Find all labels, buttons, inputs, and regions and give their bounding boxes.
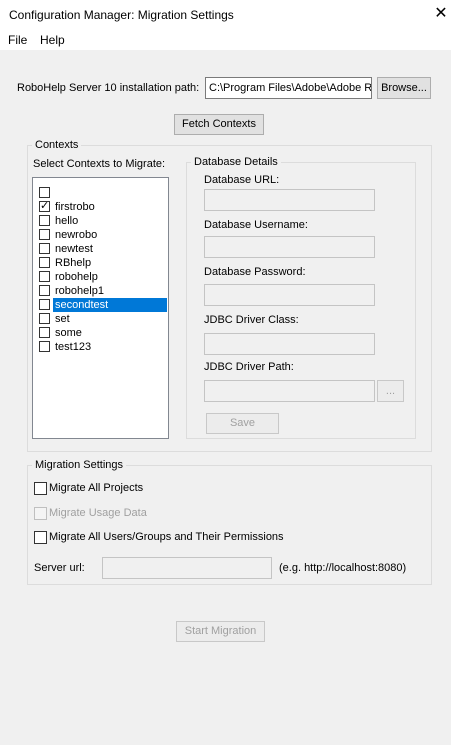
context-list-item[interactable]: test123	[39, 340, 168, 354]
context-checkbox[interactable]	[39, 229, 50, 240]
contexts-group-title: Contexts	[32, 139, 82, 151]
context-checkbox[interactable]	[39, 341, 50, 352]
context-list-item[interactable]: newrobo	[39, 228, 168, 242]
context-list-item[interactable]: robohelp1	[39, 284, 168, 298]
contexts-list[interactable]: ✓ firstrobo hello newrobo newtest RBhelp roboh…	[32, 177, 169, 439]
context-label: robohelp	[55, 271, 98, 283]
context-list-item[interactable]: RBhelp	[39, 256, 168, 270]
context-label: secondtest	[53, 298, 167, 312]
database-username-label: Database Username:	[204, 219, 308, 231]
server-url-hint: (e.g. http://localhost:8080)	[279, 562, 407, 574]
context-checkbox[interactable]	[39, 299, 50, 310]
context-checkbox[interactable]	[39, 215, 50, 226]
migrate-all-projects-checkbox[interactable]	[34, 482, 47, 495]
database-password-field[interactable]	[204, 284, 375, 306]
context-label: robohelp1	[55, 285, 104, 297]
context-checkbox[interactable]	[39, 313, 50, 324]
context-checkbox[interactable]	[39, 327, 50, 338]
context-list-item[interactable]: ✓ firstrobo	[39, 200, 168, 214]
jdbc-driver-path-field[interactable]	[204, 380, 375, 402]
context-list-item[interactable]	[39, 186, 168, 200]
context-checkbox[interactable]	[39, 243, 50, 254]
context-label: RBhelp	[55, 257, 92, 269]
jdbc-driver-path-label: JDBC Driver Path:	[204, 361, 294, 373]
select-contexts-label: Select Contexts to Migrate:	[33, 158, 166, 170]
menu-bar	[0, 30, 451, 50]
context-checkbox[interactable]	[39, 257, 50, 268]
database-password-label: Database Password:	[204, 266, 306, 278]
menu-help[interactable]: Help	[40, 33, 65, 47]
database-username-field[interactable]	[204, 236, 375, 258]
context-list-item[interactable]: robohelp	[39, 270, 168, 284]
context-label: set	[55, 313, 70, 325]
context-label: some	[55, 327, 82, 339]
start-migration-button[interactable]: Start Migration	[176, 621, 265, 642]
install-path-label: RoboHelp Server 10 installation path:	[17, 82, 200, 94]
migrate-usage-data-checkbox[interactable]	[34, 507, 47, 520]
context-label: firstrobo	[55, 201, 95, 213]
close-icon[interactable]: ✕	[432, 4, 450, 24]
menu-file[interactable]: File	[8, 33, 27, 47]
database-details-title: Database Details	[191, 156, 281, 168]
jdbc-driver-browse-button[interactable]: ...	[377, 380, 404, 402]
migrate-users-groups-label: Migrate All Users/Groups and Their Permi…	[49, 531, 284, 543]
database-url-field[interactable]	[204, 189, 375, 211]
browse-button[interactable]: Browse...	[377, 77, 431, 99]
context-label: newtest	[55, 243, 93, 255]
jdbc-driver-class-label: JDBC Driver Class:	[204, 314, 299, 326]
context-checkbox[interactable]	[39, 187, 50, 198]
fetch-contexts-button[interactable]: Fetch Contexts	[174, 114, 264, 135]
context-list-item[interactable]: newtest	[39, 242, 168, 256]
context-checkbox[interactable]	[39, 285, 50, 296]
context-label: test123	[55, 341, 92, 353]
server-url-label: Server url:	[34, 562, 85, 574]
context-list-item[interactable]: set	[39, 312, 168, 326]
migrate-all-projects-label: Migrate All Projects	[49, 482, 144, 494]
jdbc-driver-class-field[interactable]	[204, 333, 375, 355]
context-label: newrobo	[55, 229, 98, 241]
context-checkbox[interactable]	[39, 271, 50, 282]
context-list-item[interactable]: hello	[39, 214, 168, 228]
window-title: Configuration Manager: Migration Setting…	[9, 8, 234, 22]
migrate-users-groups-checkbox[interactable]	[34, 531, 47, 544]
context-label: hello	[55, 215, 79, 227]
server-url-field[interactable]	[102, 557, 272, 579]
migration-settings-title: Migration Settings	[32, 459, 127, 471]
save-button[interactable]: Save	[206, 413, 279, 434]
context-list-item[interactable]: some	[39, 326, 168, 340]
context-checkbox[interactable]: ✓	[39, 201, 50, 212]
context-list-item[interactable]: secondtest	[39, 298, 168, 312]
database-url-label: Database URL:	[204, 174, 280, 186]
migrate-usage-data-label: Migrate Usage Data	[49, 507, 147, 519]
install-path-field[interactable]: C:\Program Files\Adobe\Adobe RoboHelp Se…	[205, 77, 372, 99]
